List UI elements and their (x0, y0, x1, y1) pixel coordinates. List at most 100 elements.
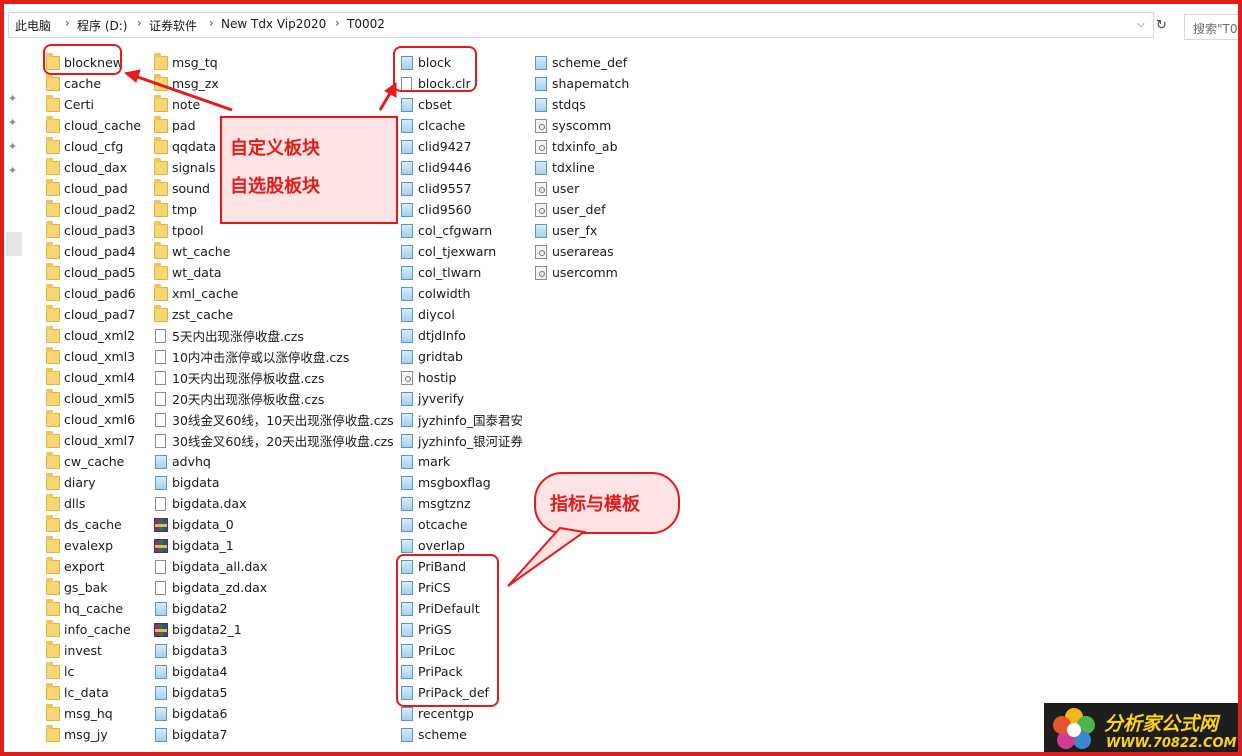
navigation-pane[interactable]: ✦ ✦ ✦ ✦ (4, 46, 26, 752)
file-item-prigs[interactable]: PriGS (400, 619, 523, 640)
file-item-diary[interactable]: diary (46, 472, 141, 493)
file-item-cache[interactable]: cache (46, 73, 141, 94)
file-item-prics[interactable]: PriCS (400, 577, 523, 598)
file-item-hostip[interactable]: hostip (400, 367, 523, 388)
file-item-bigdata2-1[interactable]: bigdata2_1 (154, 619, 394, 640)
file-item-clid9560[interactable]: clid9560 (400, 199, 523, 220)
file-item-20-czs[interactable]: 20天内出现涨停板收盘.czs (154, 388, 394, 409)
file-item-clcache[interactable]: clcache (400, 115, 523, 136)
file-item-pridefault[interactable]: PriDefault (400, 598, 523, 619)
file-item-cw-cache[interactable]: cw_cache (46, 451, 141, 472)
file-item-usercomm[interactable]: usercomm (534, 262, 629, 283)
file-item-clid9557[interactable]: clid9557 (400, 178, 523, 199)
file-item-cloud-pad6[interactable]: cloud_pad6 (46, 283, 141, 304)
breadcrumb-item-t0002[interactable]: T0002 (347, 17, 385, 31)
file-item-bigdata-1[interactable]: bigdata_1 (154, 535, 394, 556)
file-item-bigdata-zd-dax[interactable]: bigdata_zd.dax (154, 577, 394, 598)
search-input[interactable]: 搜索"T00 (1184, 14, 1238, 40)
file-item-msg-jy[interactable]: msg_jy (46, 724, 141, 745)
file-item-jyzhinfo[interactable]: jyzhinfo_银河证券 (400, 430, 523, 451)
file-item-diycol[interactable]: diycol (400, 304, 523, 325)
file-item-msg-hq[interactable]: msg_hq (46, 703, 141, 724)
file-item-bigdata[interactable]: bigdata (154, 472, 394, 493)
file-item-bigdata5[interactable]: bigdata5 (154, 682, 394, 703)
file-item-msg-zx[interactable]: msg_zx (154, 73, 394, 94)
file-item-wt-cache[interactable]: wt_cache (154, 241, 394, 262)
file-item-ds-cache[interactable]: ds_cache (46, 514, 141, 535)
file-item-clid9446[interactable]: clid9446 (400, 157, 523, 178)
file-item-cloud-cfg[interactable]: cloud_cfg (46, 136, 141, 157)
file-item-shapematch[interactable]: shapematch (534, 73, 629, 94)
file-item-wt-data[interactable]: wt_data (154, 262, 394, 283)
file-item-cloud-pad7[interactable]: cloud_pad7 (46, 304, 141, 325)
file-item-cloud-pad[interactable]: cloud_pad (46, 178, 141, 199)
file-item-col-tlwarn[interactable]: col_tlwarn (400, 262, 523, 283)
file-item-10-czs[interactable]: 10内冲击涨停或以涨停收盘.czs (154, 346, 394, 367)
file-item-bigdata-all-dax[interactable]: bigdata_all.dax (154, 556, 394, 577)
file-item-export[interactable]: export (46, 556, 141, 577)
file-item-cloud-dax[interactable]: cloud_dax (46, 157, 141, 178)
chevron-right-icon[interactable]: › (65, 16, 70, 30)
file-item-bigdata6[interactable]: bigdata6 (154, 703, 394, 724)
file-item-cloud-cache[interactable]: cloud_cache (46, 115, 141, 136)
file-item-pripack[interactable]: PriPack (400, 661, 523, 682)
file-item-msgboxflag[interactable]: msgboxflag (400, 472, 523, 493)
file-item-col-cfgwarn[interactable]: col_cfgwarn (400, 220, 523, 241)
file-item-evalexp[interactable]: evalexp (46, 535, 141, 556)
file-item-overlap[interactable]: overlap (400, 535, 523, 556)
file-item-zst-cache[interactable]: zst_cache (154, 304, 394, 325)
file-item-bigdata-dax[interactable]: bigdata.dax (154, 493, 394, 514)
file-item-priband[interactable]: PriBand (400, 556, 523, 577)
file-item-col-tjexwarn[interactable]: col_tjexwarn (400, 241, 523, 262)
breadcrumb-item-drive[interactable]: 程序 (D:) (77, 17, 127, 34)
file-item-dtjdinfo[interactable]: dtjdInfo (400, 325, 523, 346)
file-item-lc[interactable]: lc (46, 661, 141, 682)
file-item-cloud-pad4[interactable]: cloud_pad4 (46, 241, 141, 262)
file-item-recentgp[interactable]: recentgp (400, 703, 523, 724)
file-item-xml-cache[interactable]: xml_cache (154, 283, 394, 304)
file-item-10-czs[interactable]: 10天内出现涨停板收盘.czs (154, 367, 394, 388)
file-item-scheme-def[interactable]: scheme_def (534, 52, 629, 73)
file-item-30-60-20-czs[interactable]: 30线金叉60线，20天出现涨停收盘.czs (154, 430, 394, 451)
file-item-block[interactable]: block (400, 52, 523, 73)
file-item-user-fx[interactable]: user_fx (534, 220, 629, 241)
file-item-stdqs[interactable]: stdqs (534, 94, 629, 115)
file-item-5-czs[interactable]: 5天内出现涨停收盘.czs (154, 325, 394, 346)
file-item-clid9427[interactable]: clid9427 (400, 136, 523, 157)
file-item-mark[interactable]: mark (400, 451, 523, 472)
file-item-gs-bak[interactable]: gs_bak (46, 577, 141, 598)
file-item-syscomm[interactable]: syscomm (534, 115, 629, 136)
file-item-bigdata7[interactable]: bigdata7 (154, 724, 394, 745)
file-item-note[interactable]: note (154, 94, 394, 115)
chevron-right-icon[interactable]: › (209, 16, 214, 30)
file-item-lc-data[interactable]: lc_data (46, 682, 141, 703)
file-item-bigdata3[interactable]: bigdata3 (154, 640, 394, 661)
file-item-info-cache[interactable]: info_cache (46, 619, 141, 640)
file-item-cloud-xml7[interactable]: cloud_xml7 (46, 430, 141, 451)
nav-selection[interactable] (6, 232, 22, 256)
file-item-otcache[interactable]: otcache (400, 514, 523, 535)
file-item-cloud-xml5[interactable]: cloud_xml5 (46, 388, 141, 409)
file-item-msgtznz[interactable]: msgtznz (400, 493, 523, 514)
file-item-hq-cache[interactable]: hq_cache (46, 598, 141, 619)
file-item-block-clr[interactable]: block.clr (400, 73, 523, 94)
file-item-advhq[interactable]: advhq (154, 451, 394, 472)
file-item-cloud-pad3[interactable]: cloud_pad3 (46, 220, 141, 241)
file-item-user-def[interactable]: user_def (534, 199, 629, 220)
file-item-jyzhinfo[interactable]: jyzhinfo_国泰君安 (400, 409, 523, 430)
file-item-tdxline[interactable]: tdxline (534, 157, 629, 178)
file-item-tdxinfo-ab[interactable]: tdxinfo_ab (534, 136, 629, 157)
refresh-icon[interactable]: ↻ (1156, 18, 1167, 33)
file-item-blocknew[interactable]: blocknew (46, 52, 141, 73)
file-item-cloud-pad2[interactable]: cloud_pad2 (46, 199, 141, 220)
file-item-certi[interactable]: Certi (46, 94, 141, 115)
file-item-cloud-xml3[interactable]: cloud_xml3 (46, 346, 141, 367)
file-item-cloud-xml2[interactable]: cloud_xml2 (46, 325, 141, 346)
file-item-userareas[interactable]: userareas (534, 241, 629, 262)
chevron-right-icon[interactable]: › (335, 16, 340, 30)
file-item-msg-tq[interactable]: msg_tq (154, 52, 394, 73)
breadcrumb[interactable]: 此电脑 › 程序 (D:) › 证券软件 › New Tdx Vip2020 ›… (8, 12, 1154, 38)
file-item-dlls[interactable]: dlls (46, 493, 141, 514)
breadcrumb-item-securities[interactable]: 证券软件 (149, 17, 197, 34)
file-item-user[interactable]: user (534, 178, 629, 199)
